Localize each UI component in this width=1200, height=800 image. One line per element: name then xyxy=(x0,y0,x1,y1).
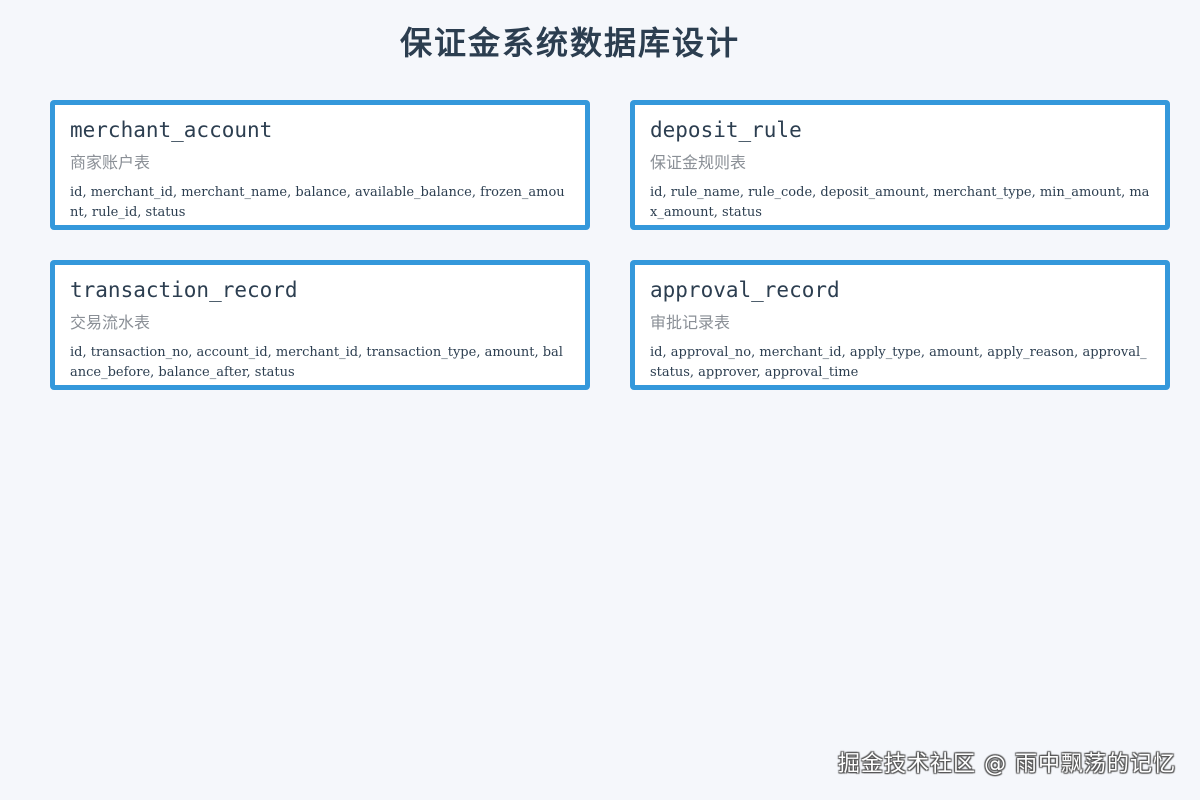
page-title: 保证金系统数据库设计 xyxy=(399,24,740,62)
table-card-transaction-record: transaction_record 交易流水表 id, transaction… xyxy=(50,260,590,390)
table-fields: id, rule_name, rule_code, deposit_amount… xyxy=(650,185,1150,220)
watermark: 掘金技术社区 @ 雨中飘荡的记忆 xyxy=(838,752,1176,777)
table-fields: id, merchant_id, merchant_name, balance,… xyxy=(70,185,565,220)
table-name: deposit_rule xyxy=(650,118,802,142)
table-name: approval_record xyxy=(650,278,840,302)
table-name: transaction_record xyxy=(70,278,298,302)
table-description: 保证金规则表 xyxy=(650,153,747,172)
table-fields: id, transaction_no, account_id, merchant… xyxy=(70,345,563,380)
table-card-deposit-rule: deposit_rule 保证金规则表 id, rule_name, rule_… xyxy=(630,100,1170,230)
table-fields: id, approval_no, merchant_id, apply_type… xyxy=(650,345,1147,380)
table-description: 审批记录表 xyxy=(650,313,731,332)
table-name: merchant_account xyxy=(70,118,273,142)
table-card-approval-record: approval_record 审批记录表 id, approval_no, m… xyxy=(630,260,1170,390)
table-description: 交易流水表 xyxy=(70,313,151,332)
table-card-merchant-account: merchant_account 商家账户表 id, merchant_id, … xyxy=(50,100,590,230)
table-description: 商家账户表 xyxy=(70,153,151,172)
